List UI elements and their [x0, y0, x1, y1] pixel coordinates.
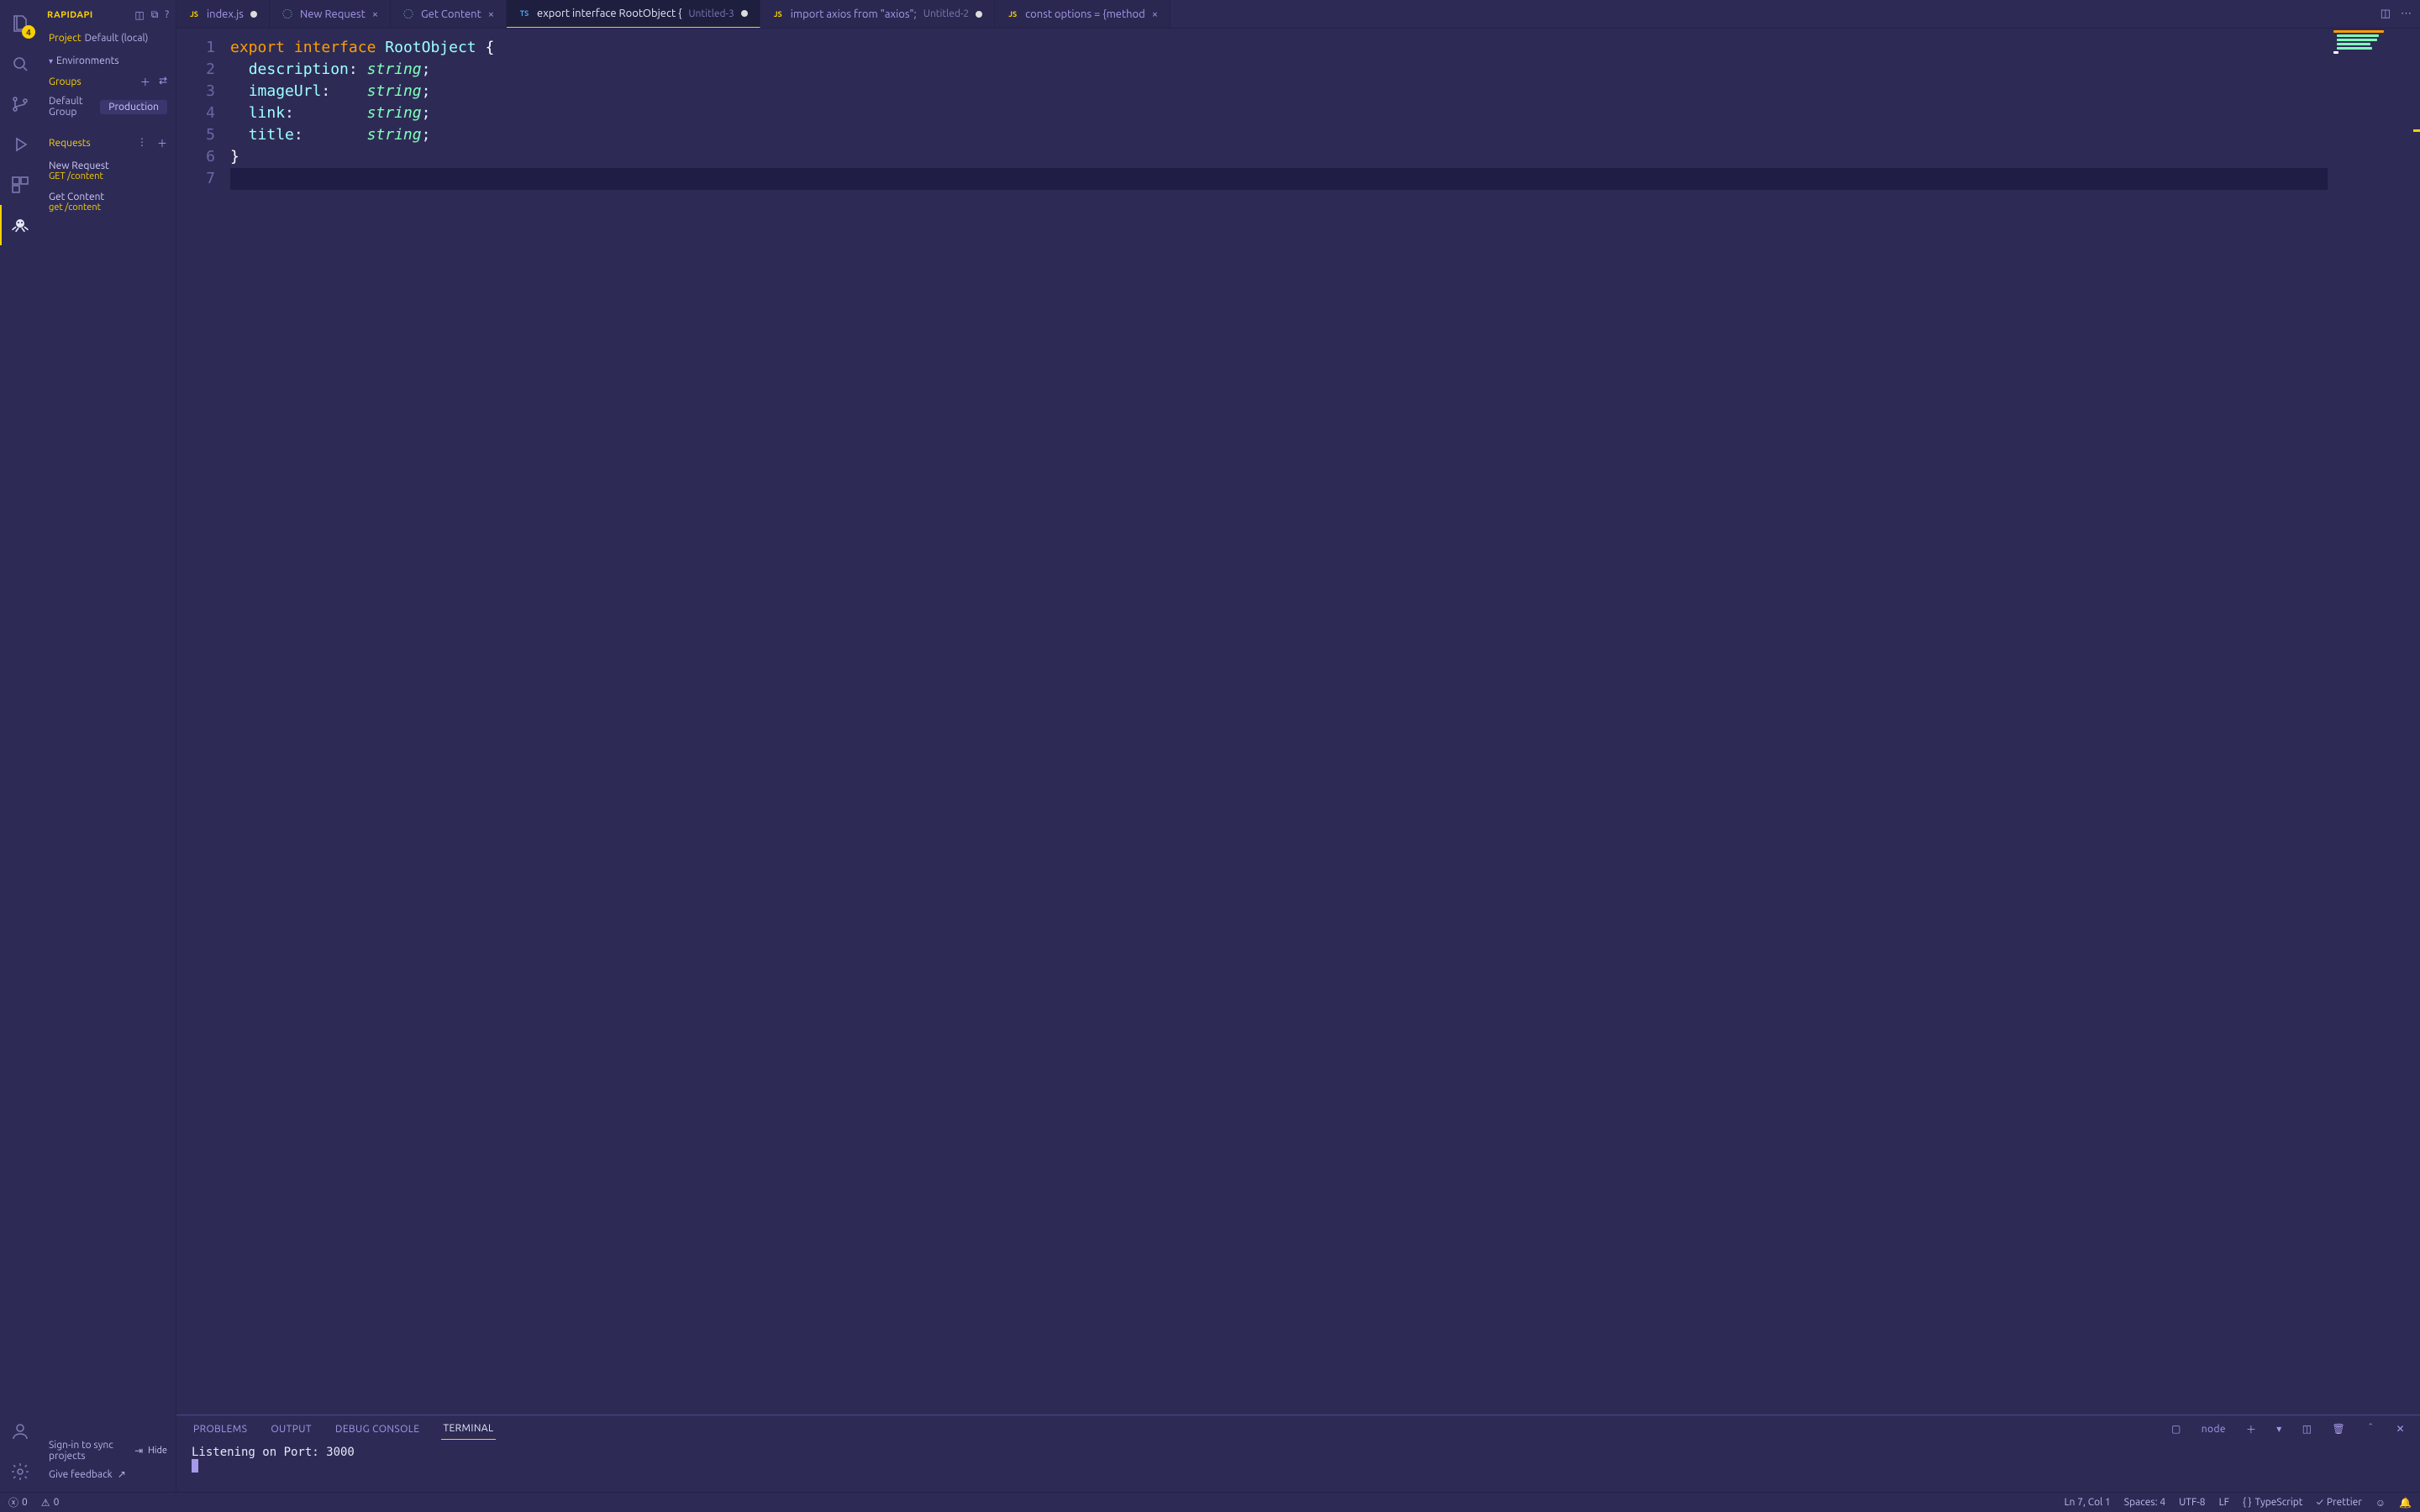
sidebar: RAPIDAPI ◫ ⧉ ? Project Default (local) ▾…: [40, 0, 176, 1492]
search-icon: [10, 54, 30, 74]
status-errors[interactable]: ⓧ 0: [8, 1495, 28, 1509]
activity-account[interactable]: [0, 1411, 40, 1452]
js-file-icon: JS: [1007, 8, 1018, 20]
status-cursor[interactable]: Ln 7, Col 1: [2065, 1497, 2111, 1508]
dirty-indicator-icon: [976, 11, 982, 18]
sidebar-action-new-icon[interactable]: ⧉: [151, 9, 159, 21]
editor-tabs: JSindex.js◌New Request×◌Get Content×TSex…: [176, 0, 2420, 29]
gear-icon: [10, 1462, 30, 1482]
feedback-row[interactable]: Give feedback ↗: [49, 1465, 167, 1483]
status-prettier[interactable]: ✓ Prettier: [2317, 1497, 2362, 1508]
extensions-icon: [10, 175, 30, 195]
status-warnings[interactable]: ⚠ 0: [41, 1497, 60, 1509]
js-file-icon: JS: [772, 8, 784, 20]
panel-tabs: PROBLEMS OUTPUT DEBUG CONSOLE TERMINAL ▢ no…: [176, 1415, 2420, 1442]
sidebar-title: RAPIDAPI: [47, 10, 93, 20]
status-bar: ⓧ 0 ⚠ 0 Ln 7, Col 1 Spaces: 4 UTF-8 LF {…: [0, 1492, 2420, 1512]
signin-row[interactable]: Sign-in to sync projects ⇥ Hide: [49, 1436, 167, 1465]
account-icon: [10, 1421, 30, 1441]
status-bell-icon[interactable]: 🔔: [2399, 1497, 2412, 1509]
status-encoding[interactable]: UTF-8: [2179, 1497, 2205, 1508]
editor-tab[interactable]: ◌Get Content×: [391, 0, 507, 28]
js-file-icon: JS: [188, 8, 200, 20]
status-spaces[interactable]: Spaces: 4: [2124, 1497, 2165, 1508]
more-actions-icon[interactable]: ⋯: [2401, 8, 2412, 20]
activity-extensions[interactable]: [0, 165, 40, 205]
external-link-icon: ↗: [118, 1468, 126, 1480]
split-editor-icon[interactable]: ◫: [2381, 8, 2391, 20]
tab-close-icon[interactable]: ×: [372, 8, 378, 20]
braces-icon: { }: [2243, 1497, 2252, 1508]
terminal-output: Listening on Port: 3000: [192, 1446, 2405, 1459]
api-tab-icon: ◌: [281, 8, 293, 20]
panel-tab-problems[interactable]: PROBLEMS: [192, 1424, 249, 1435]
sidebar-action-help-icon[interactable]: ?: [165, 9, 169, 21]
panel-tab-debug-console[interactable]: DEBUG CONSOLE: [334, 1424, 421, 1435]
ts-file-icon: TS: [518, 8, 530, 19]
project-line[interactable]: Project Default (local): [40, 29, 176, 47]
terminal-body[interactable]: Listening on Port: 3000: [176, 1442, 2420, 1492]
requests-more-icon[interactable]: ⋮: [137, 136, 147, 150]
panel-tab-terminal[interactable]: TERMINAL: [441, 1423, 495, 1440]
terminal-launch-icon[interactable]: ▢: [2171, 1423, 2181, 1435]
line-gutter: 1234567: [176, 29, 230, 1415]
signin-icon: ⇥: [134, 1445, 143, 1457]
terminal-kill-icon[interactable]: 🗑: [2332, 1423, 2345, 1435]
play-bug-icon: [10, 134, 30, 155]
terminal-dropdown-icon[interactable]: ▾: [2276, 1423, 2281, 1435]
terminal-close-icon[interactable]: ✕: [2396, 1423, 2405, 1435]
chevron-down-icon: ▾: [49, 56, 53, 66]
panel-tab-output[interactable]: OUTPUT: [269, 1424, 313, 1435]
settings-group-icon[interactable]: ⇄: [159, 75, 167, 89]
requests-label: Requests: [49, 138, 91, 149]
request-item[interactable]: New RequestGET /content: [40, 155, 176, 186]
api-tab-icon: ◌: [402, 8, 414, 20]
requests-add-icon[interactable]: ＋: [157, 136, 167, 150]
terminal-maximize-icon[interactable]: ＾: [2365, 1422, 2375, 1436]
status-feedback-icon[interactable]: ☺: [2375, 1497, 2386, 1509]
editor-group: JSindex.js◌New Request×◌Get Content×TSex…: [176, 0, 2420, 1492]
editor-tab[interactable]: ◌New Request×: [270, 0, 391, 28]
activity-debug[interactable]: [0, 124, 40, 165]
add-group-icon[interactable]: ＋: [140, 75, 150, 89]
minimap[interactable]: [2328, 29, 2420, 1415]
tab-close-icon[interactable]: ×: [488, 8, 494, 20]
status-language[interactable]: { } TypeScript: [2243, 1497, 2303, 1508]
bottom-panel: PROBLEMS OUTPUT DEBUG CONSOLE TERMINAL ▢ no…: [176, 1415, 2420, 1492]
hide-link[interactable]: Hide: [148, 1446, 167, 1456]
activity-explorer[interactable]: 4: [0, 3, 40, 44]
editor-tab[interactable]: JSimport axios from "axios";Untitled-2: [760, 0, 995, 28]
status-eol[interactable]: LF: [2219, 1497, 2229, 1508]
group-default[interactable]: Default Group Production: [40, 92, 176, 121]
explorer-badge: 4: [22, 25, 35, 39]
tab-close-icon[interactable]: ×: [1152, 8, 1158, 20]
request-item[interactable]: Get Contentget /content: [40, 186, 176, 218]
activity-scm[interactable]: [0, 84, 40, 124]
sidebar-action-panel-icon[interactable]: ◫: [134, 9, 144, 21]
terminal-cursor: [192, 1459, 198, 1473]
activity-bar: 4: [0, 0, 40, 1492]
activity-rapidapi[interactable]: [0, 205, 40, 245]
check-icon: ✓: [2317, 1497, 2323, 1508]
editor-tab[interactable]: TSexport interface RootObject {Untitled-…: [507, 0, 760, 28]
dirty-indicator-icon: [741, 10, 748, 17]
section-environments[interactable]: ▾ Environments: [40, 47, 176, 71]
activity-search[interactable]: [0, 44, 40, 84]
terminal-shell-name[interactable]: node: [2202, 1424, 2226, 1435]
error-icon: ⓧ: [8, 1495, 18, 1509]
octopus-icon: [10, 215, 30, 235]
terminal-add-icon[interactable]: ＋: [2246, 1422, 2256, 1436]
activity-settings[interactable]: [0, 1452, 40, 1492]
editor-area[interactable]: 1234567 export interface RootObject { de…: [176, 29, 2420, 1415]
env-chip[interactable]: Production: [100, 100, 167, 114]
code-editor[interactable]: export interface RootObject { descriptio…: [230, 29, 2328, 1415]
editor-tab[interactable]: JSconst options = {method×: [995, 0, 1171, 28]
groups-label: Groups: [49, 76, 82, 87]
warning-icon: ⚠: [41, 1497, 50, 1509]
terminal-split-icon[interactable]: ◫: [2302, 1423, 2312, 1435]
branch-icon: [10, 94, 30, 114]
editor-tab[interactable]: JSindex.js: [176, 0, 270, 28]
dirty-indicator-icon: [250, 11, 257, 18]
